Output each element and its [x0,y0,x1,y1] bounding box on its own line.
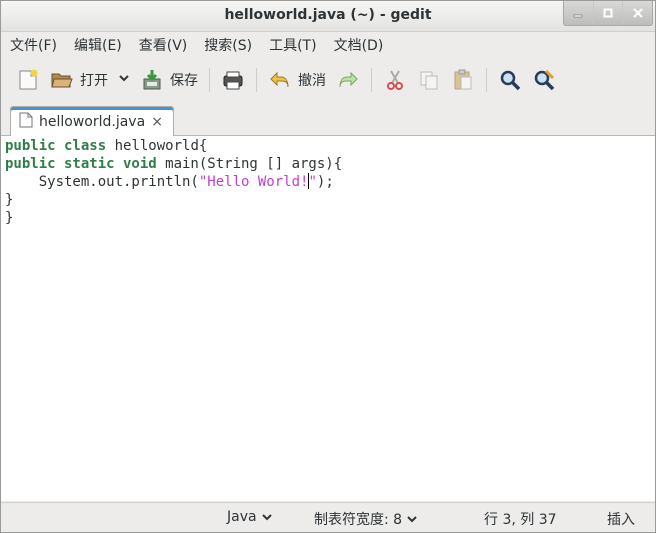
maximize-icon [603,8,613,18]
chevron-down-icon [118,72,130,88]
undo-label: 撤消 [298,73,326,89]
folder-open-icon [50,68,74,92]
cursor-position: 行 3, 列 37 [484,509,557,529]
toolbar: 打开 保存 撤消 [1,59,655,101]
copy-button[interactable] [412,64,446,96]
status-bar: Java 制表符宽度: 8 行 3, 列 37 插入 [1,502,655,532]
window-controls [563,1,653,26]
gedit-window: helloworld.java (~) - gedit 文件(F) 编辑(E) … [0,0,656,533]
document-tab-bar: helloworld.java × [1,102,655,136]
tab-width-label: 制表符宽度: 8 [314,512,403,528]
cursor-position-label: 行 3, 列 37 [484,512,557,528]
menu-tools[interactable]: 工具(T) [260,35,324,55]
menu-bar: 文件(F) 编辑(E) 查看(V) 搜索(S) 工具(T) 文档(D) [1,32,655,58]
code-line: System.out.println("Hello World!"); [5,173,334,190]
code-line: public class helloworld{ [5,138,208,154]
menu-file[interactable]: 文件(F) [1,35,65,55]
menu-edit[interactable]: 编辑(E) [65,35,130,55]
tab-label: helloworld.java [39,113,146,130]
tab-close-button[interactable]: × [151,114,163,130]
minimize-button[interactable] [564,1,593,25]
code-line: } [5,210,14,226]
toolbar-separator [371,68,372,92]
language-label: Java [227,509,257,525]
insert-mode-label: 插入 [607,512,635,528]
maximize-button[interactable] [592,1,623,25]
undo-icon [268,68,292,92]
close-button[interactable] [622,1,652,25]
open-button[interactable]: 打开 [45,64,113,96]
find-replace-icon [532,68,556,92]
recent-files-dropdown[interactable] [113,64,135,96]
undo-button[interactable]: 撤消 [263,64,331,96]
redo-icon [336,68,360,92]
save-label: 保存 [170,73,198,89]
chevron-down-icon [407,516,417,523]
find-button[interactable] [493,64,527,96]
tab-helloworld-java[interactable]: helloworld.java × [10,106,174,136]
menu-search[interactable]: 搜索(S) [195,35,260,55]
chevron-down-icon [261,514,272,521]
text-file-icon [19,112,33,132]
insert-mode: 插入 [607,509,635,529]
menu-documents[interactable]: 文档(D) [325,35,392,55]
save-button[interactable]: 保存 [135,64,203,96]
printer-icon [221,68,245,92]
scissors-icon [383,68,407,92]
redo-button[interactable] [331,64,365,96]
copy-icon [417,68,441,92]
title-bar[interactable]: helloworld.java (~) - gedit [1,1,655,32]
minimize-icon [574,14,583,18]
save-icon [140,68,164,92]
open-label: 打开 [80,73,108,89]
search-icon [498,68,522,92]
toolbar-separator [256,68,257,92]
new-document-icon [16,68,40,92]
close-icon [632,8,643,18]
print-button[interactable] [216,64,250,96]
paste-button[interactable] [446,64,480,96]
toolbar-separator [209,68,210,92]
toolbar-separator [486,68,487,92]
text-editor[interactable]: public class helloworld{ public static v… [1,136,655,501]
window-title: helloworld.java (~) - gedit [224,7,432,23]
language-selector[interactable]: Java [227,509,273,525]
code-line: public static void main(String [] args){ [5,156,343,172]
new-document-button[interactable] [11,64,45,96]
find-replace-button[interactable] [527,64,561,96]
code-line: } [5,192,14,208]
menu-view[interactable]: 查看(V) [130,35,196,55]
cut-button[interactable] [378,64,412,96]
paste-icon [451,68,475,92]
tab-width-selector[interactable]: 制表符宽度: 8 [314,509,418,529]
